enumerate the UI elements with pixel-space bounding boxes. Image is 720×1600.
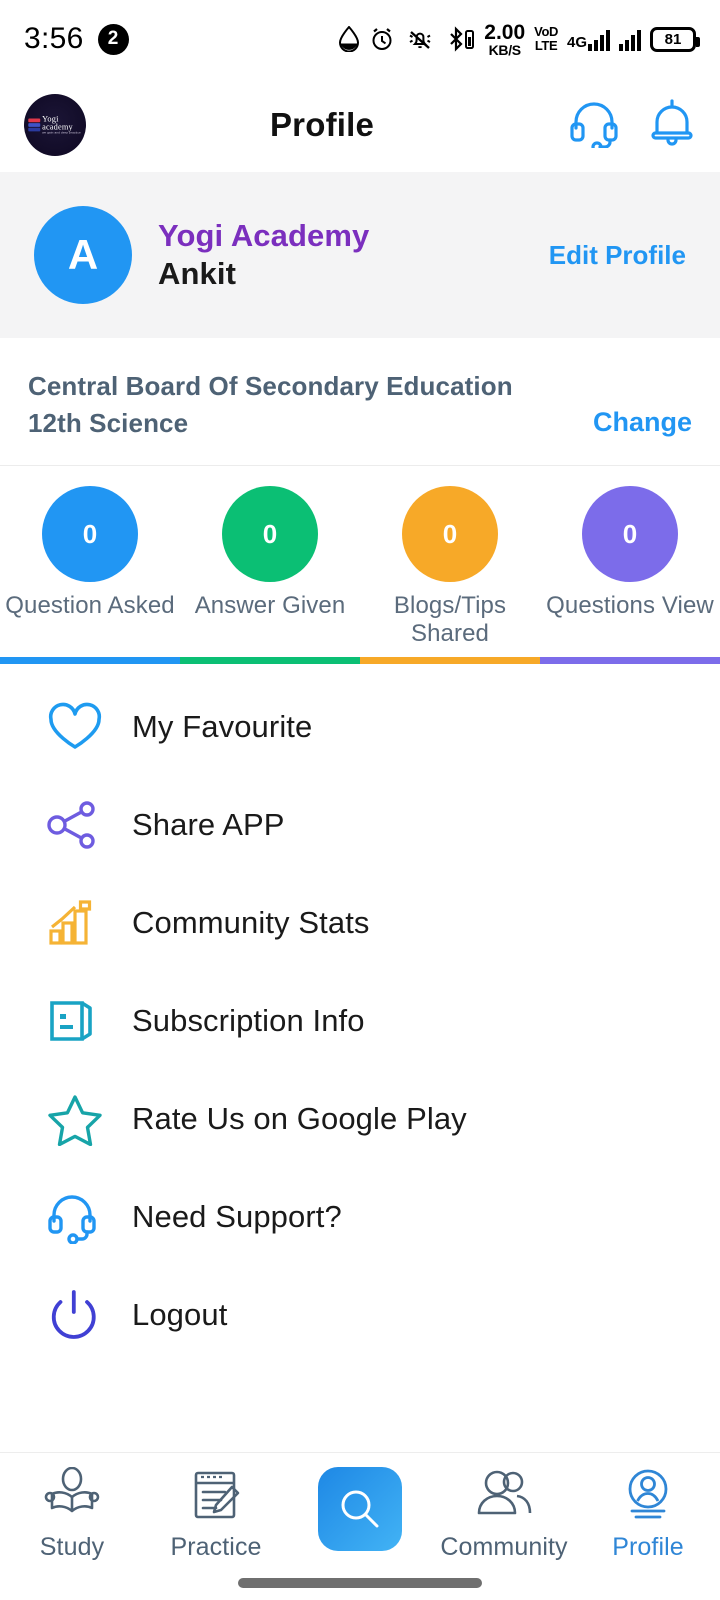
board-text: Central Board Of Secondary Education 12t… [28, 371, 513, 439]
profile-card: A Yogi Academy Ankit Edit Profile [0, 172, 720, 338]
status-time: 3:56 [24, 22, 84, 55]
change-board-button[interactable]: Change [593, 407, 692, 439]
nav-tab-label: Study [39, 1533, 105, 1561]
menu-item-subscription-info[interactable]: Subscription Info [0, 972, 720, 1070]
nav-tab-label: Practice [170, 1533, 262, 1561]
battery-level-text: 81 [664, 30, 682, 48]
logo-tagline: we gain and deep practice [42, 130, 82, 135]
status-bar: 3:56 2 2.00 KB/S VoD LTE 4G 81 [0, 0, 720, 78]
stat-circle: 0 [582, 486, 678, 582]
page-title: Profile [269, 106, 375, 143]
nav-tab-practice[interactable]: Practice [144, 1467, 288, 1562]
bluetooth-icon [445, 25, 475, 53]
data-speed-indicator: 2.00 KB/S [484, 22, 525, 57]
menu-item-need-support[interactable]: Need Support? [0, 1168, 720, 1266]
menu-item-label: Need Support? [132, 1199, 342, 1235]
menu-item-label: Subscription Info [132, 1003, 365, 1039]
logo-book-icon [28, 118, 41, 132]
nav-tab-study[interactable]: Study [0, 1466, 144, 1562]
status-bar-left: 3:56 2 [24, 22, 129, 56]
network-type-label: 4G [566, 34, 587, 51]
bar-chart-icon [46, 897, 110, 949]
power-icon [46, 1288, 110, 1342]
headset-icon [46, 1190, 110, 1245]
stats-color-bar [0, 657, 720, 665]
status-bar-right: 2.00 KB/S VoD LTE 4G 81 [338, 22, 700, 57]
avatar: A [34, 206, 132, 304]
stat-answer-given[interactable]: 0 Answer Given [180, 486, 360, 647]
menu-item-label: My Favourite [132, 709, 313, 745]
share-nodes-icon [46, 799, 110, 851]
data-speed-value: 2.00 [484, 20, 526, 44]
nav-tab-profile[interactable]: Profile [576, 1467, 720, 1562]
volte-line-1: VoD [534, 24, 558, 40]
app-header: Yogi academy we gain and deep practice P… [0, 78, 720, 172]
user-circle-icon [619, 1467, 677, 1528]
stat-blogs-tips-shared[interactable]: 0 Blogs/Tips Shared [360, 486, 540, 647]
app-header-actions [568, 98, 696, 153]
board-name: Central Board Of Secondary Education [28, 371, 513, 401]
stats-row: 0 Question Asked 0 Answer Given 0 Blogs/… [0, 486, 720, 647]
notebook-pencil-icon [188, 1467, 244, 1528]
stat-circle: 0 [42, 486, 138, 582]
alarm-clock-icon [369, 26, 395, 52]
app-logo[interactable]: Yogi academy we gain and deep practice [24, 94, 86, 156]
bell-icon[interactable] [648, 98, 696, 153]
edit-profile-button[interactable]: Edit Profile [549, 240, 686, 271]
signal-bars-icon [588, 27, 610, 51]
profile-names: Yogi Academy Ankit [158, 218, 369, 292]
stats-section: 0 Question Asked 0 Answer Given 0 Blogs/… [0, 466, 720, 665]
water-drop-icon [338, 26, 360, 52]
menu-item-label: Community Stats [132, 905, 370, 941]
data-speed-unit: KB/S [488, 41, 522, 58]
menu-item-logout[interactable]: Logout [0, 1266, 720, 1364]
reading-person-icon [42, 1466, 102, 1528]
board-selection-row: Central Board Of Secondary Education 12t… [0, 338, 720, 466]
volte-line-2: LTE [534, 38, 558, 53]
signal-bars-secondary-icon [619, 27, 641, 51]
nav-tab-search[interactable] [288, 1467, 432, 1556]
menu-item-community-stats[interactable]: Community Stats [0, 874, 720, 972]
profile-menu: My Favourite Share APP Community Stats S… [0, 664, 720, 1365]
menu-item-label: Logout [132, 1297, 228, 1333]
bottom-navigation: Study Practice Community Profile [0, 1452, 720, 1600]
notification-count-badge: 2 [97, 23, 129, 55]
home-indicator [238, 1578, 482, 1588]
battery-icon: 81 [650, 26, 700, 52]
nav-tab-label: Community [440, 1533, 568, 1561]
avatar-initial: A [67, 231, 99, 278]
nav-tab-community[interactable]: Community [432, 1467, 576, 1562]
search-icon[interactable] [318, 1467, 402, 1551]
nav-tab-label: Profile [612, 1533, 684, 1561]
menu-item-label: Share APP [132, 807, 285, 843]
user-name: Ankit [158, 256, 236, 291]
class-name: 12th Science [28, 408, 189, 438]
stat-label: Questions View [546, 592, 714, 619]
stat-question-asked[interactable]: 0 Question Asked [0, 486, 180, 647]
volte-indicator: VoD LTE [534, 25, 558, 52]
bell-muted-icon [404, 26, 436, 52]
stat-label: Blogs/Tips Shared [393, 592, 507, 647]
stat-label: Question Asked [5, 592, 175, 619]
stat-questions-view[interactable]: 0 Questions View [540, 486, 720, 647]
academy-name: Yogi Academy [158, 218, 370, 253]
stat-label: Answer Given [194, 592, 346, 619]
star-icon [46, 1092, 110, 1147]
headset-icon[interactable] [568, 98, 620, 153]
menu-item-share-app[interactable]: Share APP [0, 776, 720, 874]
document-icon [46, 995, 110, 1047]
menu-item-rate-us[interactable]: Rate Us on Google Play [0, 1070, 720, 1168]
menu-item-label: Rate Us on Google Play [132, 1101, 467, 1137]
stat-circle: 0 [402, 486, 498, 582]
people-icon [473, 1467, 535, 1528]
heart-icon [46, 701, 110, 753]
menu-item-my-favourite[interactable]: My Favourite [0, 678, 720, 776]
stat-circle: 0 [222, 486, 318, 582]
network-type-indicator: 4G [567, 27, 610, 51]
